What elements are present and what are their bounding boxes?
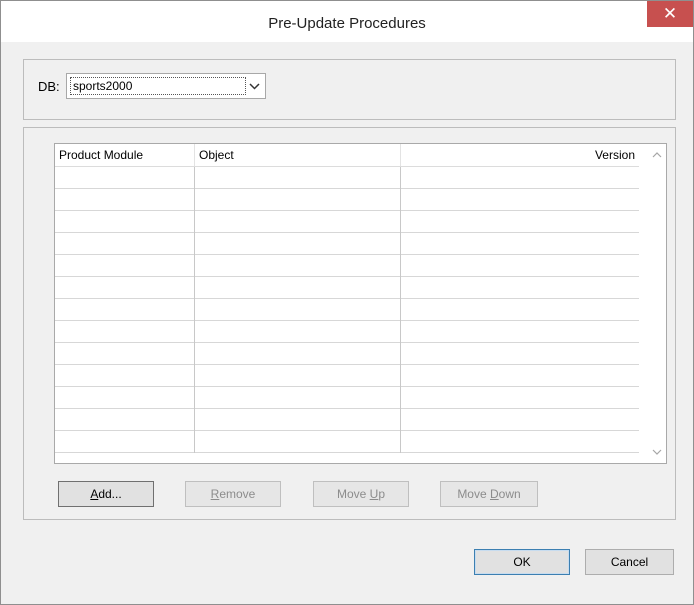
cancel-button[interactable]: Cancel: [585, 549, 674, 575]
table-cell[interactable]: [195, 255, 401, 277]
table-cell[interactable]: [195, 321, 401, 343]
table-cell[interactable]: [401, 343, 639, 365]
table-row[interactable]: [55, 431, 639, 453]
ok-button[interactable]: OK: [474, 549, 570, 575]
db-selected-value: sports2000: [70, 77, 246, 95]
table-row[interactable]: [55, 167, 639, 189]
chevron-down-icon[interactable]: [243, 74, 265, 98]
table-cell[interactable]: [401, 387, 639, 409]
move-down-label-mnemonic: D: [490, 487, 499, 501]
table-row[interactable]: [55, 277, 639, 299]
table-row[interactable]: [55, 189, 639, 211]
table-cell[interactable]: [55, 299, 195, 321]
table-cell[interactable]: [195, 233, 401, 255]
table-cell[interactable]: [55, 365, 195, 387]
table-cell[interactable]: [195, 387, 401, 409]
table-row[interactable]: [55, 387, 639, 409]
db-label: DB:: [38, 79, 60, 94]
table-cell[interactable]: [195, 409, 401, 431]
db-select[interactable]: sports2000: [66, 73, 266, 99]
remove-button[interactable]: Remove: [185, 481, 281, 507]
table-cell[interactable]: [401, 211, 639, 233]
table-row[interactable]: [55, 233, 639, 255]
table-row[interactable]: [55, 409, 639, 431]
table-cell[interactable]: [55, 167, 195, 189]
table-cell[interactable]: [401, 409, 639, 431]
column-header-product-module[interactable]: Product Module: [55, 144, 195, 166]
table-cell[interactable]: [55, 233, 195, 255]
table-cell[interactable]: [55, 431, 195, 453]
table-cell[interactable]: [401, 431, 639, 453]
close-icon: ✕: [662, 4, 678, 23]
table-cell[interactable]: [401, 167, 639, 189]
vertical-scrollbar[interactable]: [648, 144, 666, 463]
add-label-mnemonic: A: [90, 487, 99, 501]
table-cell[interactable]: [55, 189, 195, 211]
table-cell[interactable]: [195, 211, 401, 233]
close-button[interactable]: ✕: [647, 1, 693, 27]
procedures-group: Product Module Object Version Add... Rem…: [23, 127, 676, 520]
move-up-label-pre: Move: [336, 487, 370, 501]
grid-rows: [55, 167, 639, 453]
add-button[interactable]: Add...: [58, 481, 154, 507]
table-row[interactable]: [55, 365, 639, 387]
grid-header: Product Module Object Version: [55, 144, 639, 167]
move-down-button[interactable]: Move Down: [440, 481, 538, 507]
table-cell[interactable]: [401, 299, 639, 321]
table-cell[interactable]: [401, 233, 639, 255]
table-cell[interactable]: [195, 431, 401, 453]
table-cell[interactable]: [401, 255, 639, 277]
table-cell[interactable]: [195, 167, 401, 189]
add-label-post: dd...: [98, 487, 122, 501]
table-cell[interactable]: [401, 277, 639, 299]
move-up-label-post: p: [378, 487, 386, 501]
table-row[interactable]: [55, 211, 639, 233]
table-cell[interactable]: [401, 189, 639, 211]
column-header-version[interactable]: Version: [401, 144, 639, 166]
table-cell[interactable]: [55, 277, 195, 299]
table-cell[interactable]: [195, 277, 401, 299]
move-up-button[interactable]: Move Up: [313, 481, 409, 507]
move-up-label-mnemonic: U: [369, 487, 379, 501]
table-row[interactable]: [55, 299, 639, 321]
table-cell[interactable]: [55, 387, 195, 409]
table-cell[interactable]: [55, 409, 195, 431]
table-cell[interactable]: [55, 343, 195, 365]
table-cell[interactable]: [195, 189, 401, 211]
table-cell[interactable]: [401, 365, 639, 387]
table-cell[interactable]: [195, 343, 401, 365]
dialog-title: Pre-Update Procedures: [268, 15, 426, 32]
column-header-object[interactable]: Object: [195, 144, 401, 166]
move-down-label-post: own: [498, 487, 521, 501]
table-row[interactable]: [55, 321, 639, 343]
table-cell[interactable]: [55, 211, 195, 233]
remove-label-post: emove: [219, 487, 256, 501]
table-cell[interactable]: [195, 365, 401, 387]
table-cell[interactable]: [55, 321, 195, 343]
db-group: DB: sports2000: [23, 59, 676, 120]
dialog-window: Pre-Update Procedures ✕ DB: sports2000 P…: [0, 0, 694, 605]
table-cell[interactable]: [55, 255, 195, 277]
move-down-label-pre: Move: [457, 487, 490, 501]
remove-label-mnemonic: R: [210, 487, 220, 501]
table-row[interactable]: [55, 255, 639, 277]
scroll-down-icon[interactable]: [648, 443, 666, 461]
table-row[interactable]: [55, 343, 639, 365]
procedures-grid[interactable]: Product Module Object Version: [54, 143, 667, 464]
table-cell[interactable]: [195, 299, 401, 321]
title-bar: Pre-Update Procedures ✕: [1, 1, 693, 42]
scroll-up-icon[interactable]: [648, 146, 666, 164]
table-cell[interactable]: [401, 321, 639, 343]
